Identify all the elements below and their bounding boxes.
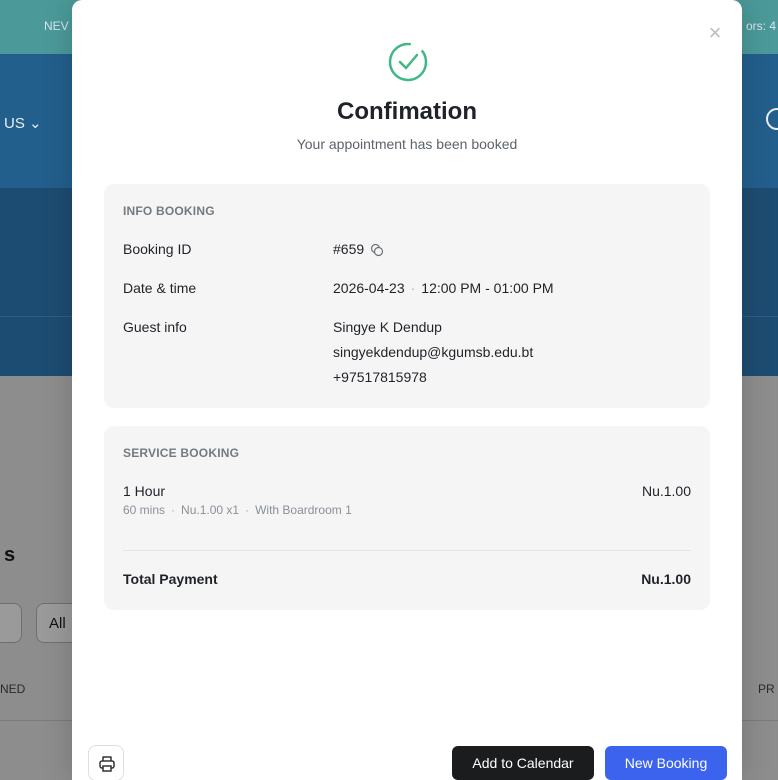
guest-info-value: Singye K Dendup singyekdendup@kgumsb.edu… [333,315,533,390]
table-column-header: NED [0,682,26,696]
service-name: 1 Hour [123,483,166,499]
section-heading: s [4,544,16,566]
booking-id-value: #659 [333,237,384,262]
check-circle-icon [388,42,428,82]
service-price: Nu.1.00 [641,483,691,499]
separator-dot: · [245,503,250,517]
announcement-text: NEV [44,19,69,33]
service-booking-heading: SERVICE BOOKING [123,446,240,460]
service-resource: With Boardroom 1 [255,503,352,517]
separator-dot: · [171,503,176,517]
booking-date: 2026-04-23 [333,280,405,296]
service-meta: 60 mins · Nu.1.00 x1 · With Boardroom 1 [123,503,352,517]
guest-phone: +97517815978 [333,369,427,385]
copy-icon[interactable] [370,243,384,257]
filter-select [0,603,22,643]
booking-id-label: Booking ID [123,241,192,257]
add-to-calendar-button[interactable]: Add to Calendar [452,746,594,780]
service-duration: 60 mins [123,503,166,517]
confirmation-modal: × Confimation Your appointment has been … [72,0,742,780]
modal-subtitle: Your appointment has been booked [296,136,518,152]
guest-name: Singye K Dendup [333,319,442,335]
nav-menu-item: US ⌄ [4,115,42,132]
total-payment-label: Total Payment [123,571,218,587]
total-payment-value: Nu.1.00 [641,571,691,587]
modal-title: Confimation [337,98,477,125]
print-button[interactable] [88,745,124,780]
booking-time: 12:00 PM - 01:00 PM [421,280,554,296]
table-column-header: PR [758,682,775,696]
print-icon [99,756,115,772]
datetime-value: 2026-04-23 · 12:00 PM - 01:00 PM [333,276,554,301]
visitor-count-text: ors: 4 [746,19,777,33]
guest-email: singyekdendup@kgumsb.edu.bt [333,344,534,360]
service-divider [123,550,691,551]
booking-id-text: #659 [333,241,365,257]
separator-dot: · [410,280,416,296]
info-booking-card: INFO BOOKING Booking ID #659 Date & time… [104,184,710,408]
close-icon[interactable]: × [704,22,726,44]
info-booking-heading: INFO BOOKING [123,204,215,218]
guest-info-label: Guest info [123,319,187,335]
new-booking-button[interactable]: New Booking [605,746,727,780]
service-booking-card: SERVICE BOOKING 1 Hour 60 mins · Nu.1.00 x… [104,426,710,610]
service-unit-price: Nu.1.00 x1 [181,503,240,517]
datetime-label: Date & time [123,280,197,296]
